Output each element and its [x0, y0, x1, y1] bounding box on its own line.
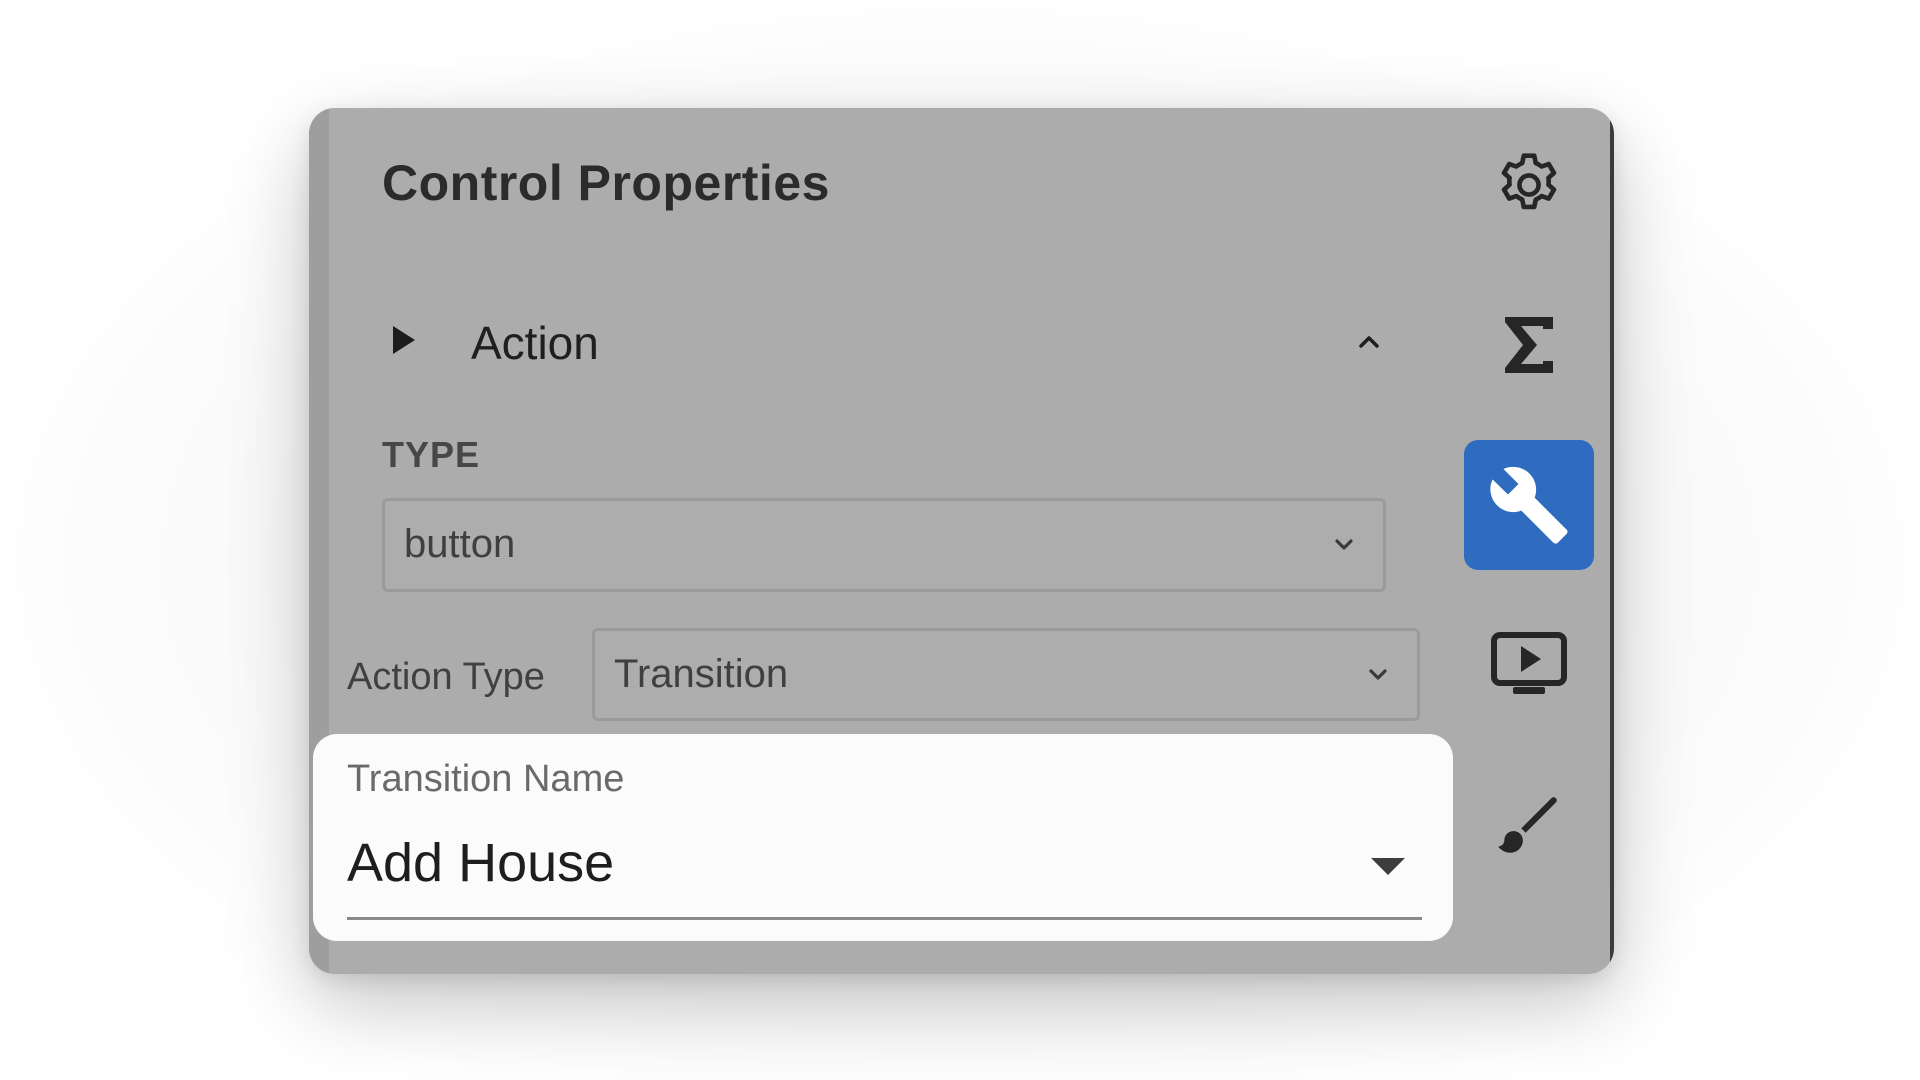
chevron-down-icon: [1369, 669, 1387, 680]
action-type-label: Action Type: [347, 656, 545, 698]
properties-sidebar-button[interactable]: [1464, 440, 1594, 570]
settings-sidebar-button[interactable]: [1464, 120, 1594, 250]
functions-sidebar-button[interactable]: [1464, 280, 1594, 410]
screenshot-stage: Control Properties Action TYPE button Ac…: [0, 0, 1920, 1080]
transition-name-label: Transition Name: [347, 758, 625, 800]
wrench-icon: [1490, 466, 1568, 544]
action-section-header[interactable]: Action: [393, 304, 1393, 384]
type-field-label: TYPE: [382, 434, 481, 475]
sigma-icon: [1505, 317, 1553, 373]
preview-sidebar-button[interactable]: [1464, 600, 1594, 730]
transition-name-underline: [347, 917, 1422, 920]
play-triangle-icon: [393, 326, 415, 354]
transition-name-value: Add House: [347, 833, 615, 893]
dropdown-caret-icon[interactable]: [1371, 858, 1405, 875]
paint-brush-icon: [1498, 797, 1557, 853]
chevron-down-icon: [1335, 539, 1353, 550]
action-type-select[interactable]: Transition: [592, 628, 1420, 721]
type-select[interactable]: button: [382, 498, 1386, 592]
transition-name-field[interactable]: Transition Name Add House: [313, 734, 1453, 941]
panel-title: Control Properties: [382, 155, 830, 211]
control-properties-panel: Control Properties Action TYPE button Ac…: [309, 108, 1614, 974]
panel-right-edge: [1610, 108, 1614, 974]
action-section-label: Action: [471, 317, 599, 369]
type-select-value: button: [404, 522, 516, 566]
chevron-up-icon[interactable]: [1354, 326, 1384, 356]
action-type-select-value: Transition: [614, 652, 789, 696]
gear-icon: [1501, 153, 1557, 210]
style-sidebar-button[interactable]: [1464, 760, 1594, 890]
monitor-play-icon: [1491, 632, 1567, 694]
